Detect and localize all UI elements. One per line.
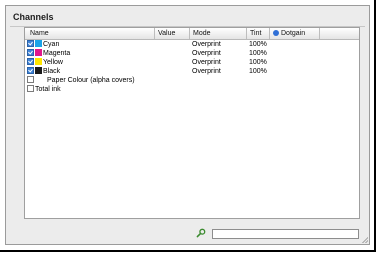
search-input[interactable] bbox=[212, 229, 359, 239]
channel-mode[interactable]: Overprint bbox=[192, 58, 221, 67]
channel-tint[interactable]: 100% bbox=[249, 67, 267, 76]
channel-tint[interactable]: 100% bbox=[249, 58, 267, 67]
table-row[interactable]: Black Overprint 100% bbox=[25, 67, 359, 76]
channel-checkbox[interactable] bbox=[27, 58, 34, 65]
channel-name-cell: Black bbox=[27, 67, 60, 76]
column-header-value[interactable]: Value bbox=[155, 28, 190, 39]
spot-dot-icon bbox=[273, 30, 279, 36]
column-header-empty bbox=[320, 28, 359, 39]
channel-name-cell: Cyan bbox=[27, 40, 59, 49]
color-swatch bbox=[35, 58, 42, 65]
channel-mode[interactable]: Overprint bbox=[192, 49, 221, 58]
table-header: Name Value Mode Tint Dotgain bbox=[25, 28, 359, 40]
table-row[interactable]: Magenta Overprint 100% bbox=[25, 49, 359, 58]
color-swatch bbox=[35, 40, 42, 47]
channel-mode[interactable]: Overprint bbox=[192, 40, 221, 49]
channel-name: Paper Colour (alpha covers) bbox=[47, 77, 135, 84]
channel-checkbox[interactable] bbox=[27, 76, 34, 83]
channel-checkbox[interactable] bbox=[27, 67, 34, 74]
channel-name: Yellow bbox=[43, 59, 63, 66]
channel-name-cell: Paper Colour (alpha covers) bbox=[27, 76, 135, 85]
column-header-name[interactable]: Name bbox=[25, 28, 155, 39]
magnifier-icon[interactable] bbox=[196, 228, 206, 238]
channel-name: Total ink bbox=[35, 86, 61, 93]
column-header-mode[interactable]: Mode bbox=[190, 28, 247, 39]
resize-grip[interactable] bbox=[362, 237, 368, 243]
channel-name-cell: Total ink bbox=[27, 85, 61, 94]
table-row[interactable]: Total ink bbox=[25, 85, 359, 94]
channel-checkbox[interactable] bbox=[27, 85, 34, 92]
column-header-tint[interactable]: Tint bbox=[247, 28, 270, 39]
channel-checkbox[interactable] bbox=[27, 49, 34, 56]
channel-mode[interactable]: Overprint bbox=[192, 67, 221, 76]
channel-name-cell: Yellow bbox=[27, 58, 63, 67]
channels-table: Name Value Mode Tint Dotgain Cyan Overpri… bbox=[24, 27, 360, 219]
table-row[interactable]: Cyan Overprint 100% bbox=[25, 40, 359, 49]
color-swatch bbox=[35, 67, 42, 74]
channel-name: Black bbox=[43, 68, 61, 75]
panel-title: Channels bbox=[13, 12, 54, 22]
channel-checkbox[interactable] bbox=[27, 40, 34, 47]
table-row[interactable]: Yellow Overprint 100% bbox=[25, 58, 359, 67]
channel-name: Magenta bbox=[43, 50, 71, 57]
table-row[interactable]: Paper Colour (alpha covers) bbox=[25, 76, 359, 85]
column-header-dotgain-label: Dotgain bbox=[281, 30, 306, 37]
color-swatch bbox=[35, 49, 42, 56]
channel-name: Cyan bbox=[43, 41, 60, 48]
channel-tint[interactable]: 100% bbox=[249, 49, 267, 58]
column-header-dotgain[interactable]: Dotgain bbox=[270, 28, 320, 39]
channel-name-cell: Magenta bbox=[27, 49, 70, 58]
channel-tint[interactable]: 100% bbox=[249, 40, 267, 49]
table-body: Cyan Overprint 100% Magenta Overprint 100% Yel… bbox=[25, 40, 359, 94]
